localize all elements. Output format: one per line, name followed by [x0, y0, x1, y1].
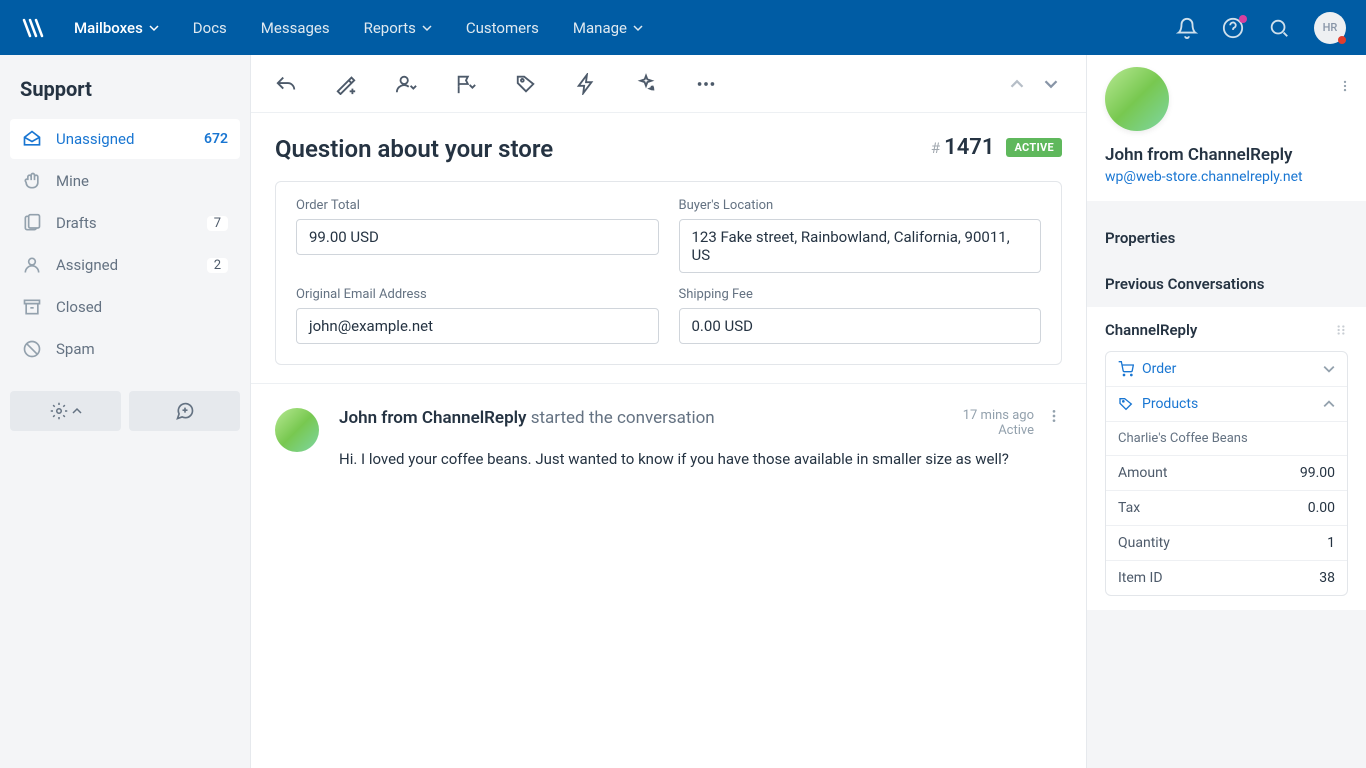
assign-icon[interactable] [395, 73, 417, 95]
buyer-location-value[interactable]: 123 Fake street, Rainbowland, California… [679, 219, 1042, 273]
more-icon[interactable] [695, 73, 717, 95]
id-hash: # [931, 139, 940, 157]
bell-icon[interactable] [1176, 17, 1198, 39]
sidebar-item-spam[interactable]: Spam [10, 329, 240, 369]
drafts-icon [22, 213, 42, 233]
search-icon[interactable] [1268, 17, 1290, 39]
product-qty-row: Quantity1 [1106, 526, 1347, 561]
customer-email[interactable]: wp@web-store.channelreply.net [1105, 169, 1348, 185]
person-icon [22, 255, 42, 275]
thread-time: 17 mins ago [963, 408, 1034, 423]
prev-convo-icon[interactable] [1006, 73, 1028, 95]
order-total-label: Order Total [296, 198, 659, 213]
customer-name: John from ChannelReply [1105, 145, 1348, 165]
prev-conversations-section[interactable]: Previous Conversations [1087, 261, 1366, 307]
right-panel: John from ChannelReply wp@web-store.chan… [1086, 55, 1366, 768]
sidebar-item-drafts[interactable]: Drafts 7 [10, 203, 240, 243]
ai-icon[interactable] [635, 73, 657, 95]
customer-avatar[interactable] [1105, 67, 1169, 131]
order-info-box: Order Total 99.00 USD Buyer's Location 1… [275, 181, 1062, 365]
product-amount-row: Amount99.00 [1106, 456, 1347, 491]
inbox-open-icon [22, 129, 42, 149]
thread-state: Active [998, 423, 1034, 438]
sidebar-title: Support [0, 77, 250, 119]
buyer-location-label: Buyer's Location [679, 198, 1042, 213]
archive-icon [22, 297, 42, 317]
thread-item: John from ChannelReply started the conve… [275, 384, 1062, 492]
tag-icon[interactable] [515, 73, 537, 95]
thread-action: started the conversation [527, 408, 715, 428]
status-icon[interactable] [455, 73, 477, 95]
sidebar: Support Unassigned 672 Mine Drafts 7 Ass… [0, 55, 251, 768]
shipping-fee-value[interactable]: 0.00 USD [679, 308, 1042, 344]
sender-avatar[interactable] [275, 408, 319, 452]
main-content: Question about your store # 1471 ACTIVE … [251, 55, 1086, 768]
channelreply-card: ChannelReply Order Products Charlie's Co… [1087, 307, 1366, 610]
sidebar-item-closed[interactable]: Closed [10, 287, 240, 327]
conversation-toolbar [251, 55, 1086, 113]
new-conversation-button[interactable] [129, 391, 240, 431]
nav-docs[interactable]: Docs [193, 19, 227, 37]
drag-handle-icon[interactable] [1334, 323, 1348, 337]
nav-manage[interactable]: Manage [573, 19, 643, 37]
product-name: Charlie's Coffee Beans [1106, 422, 1347, 456]
product-tax-row: Tax0.00 [1106, 491, 1347, 526]
sidebar-item-unassigned[interactable]: Unassigned 672 [10, 119, 240, 159]
conversation-title: Question about your store [275, 135, 931, 163]
app-name: ChannelReply [1105, 321, 1197, 339]
nav-messages[interactable]: Messages [261, 19, 330, 37]
products-row[interactable]: Products [1106, 387, 1347, 422]
thread-message: Hi. I loved your coffee beans. Just want… [339, 450, 1062, 468]
shipping-fee-label: Shipping Fee [679, 287, 1042, 302]
block-icon [22, 339, 42, 359]
order-total-value[interactable]: 99.00 USD [296, 219, 659, 255]
nav-mailboxes[interactable]: Mailboxes [74, 19, 159, 37]
profile-menu-icon[interactable] [1338, 79, 1352, 93]
nav-reports[interactable]: Reports [364, 19, 432, 37]
top-navbar: Mailboxes Docs Messages Reports Customer… [0, 0, 1366, 55]
settings-button[interactable] [10, 391, 121, 431]
customer-profile: John from ChannelReply wp@web-store.chan… [1087, 55, 1366, 201]
nav-customers[interactable]: Customers [466, 19, 539, 37]
workflow-icon[interactable] [575, 73, 597, 95]
next-convo-icon[interactable] [1040, 73, 1062, 95]
original-email-label: Original Email Address [296, 287, 659, 302]
hand-icon [22, 171, 42, 191]
sidebar-item-mine[interactable]: Mine [10, 161, 240, 201]
order-row[interactable]: Order [1106, 352, 1347, 387]
product-itemid-row: Item ID38 [1106, 561, 1347, 595]
thread-menu-icon[interactable] [1046, 408, 1062, 424]
reply-icon[interactable] [275, 73, 297, 95]
help-icon[interactable] [1222, 17, 1244, 39]
original-email-value[interactable]: john@example.net [296, 308, 659, 344]
properties-section[interactable]: Properties [1087, 215, 1366, 261]
tag-small-icon [1118, 396, 1134, 412]
note-icon[interactable] [335, 73, 357, 95]
conversation-id: 1471 [944, 135, 994, 160]
sidebar-item-assigned[interactable]: Assigned 2 [10, 245, 240, 285]
status-badge: ACTIVE [1006, 138, 1062, 157]
app-logo[interactable] [20, 16, 44, 40]
cart-icon [1118, 361, 1134, 377]
user-avatar[interactable]: HR [1314, 12, 1346, 44]
sender-name: John from ChannelReply [339, 408, 527, 428]
